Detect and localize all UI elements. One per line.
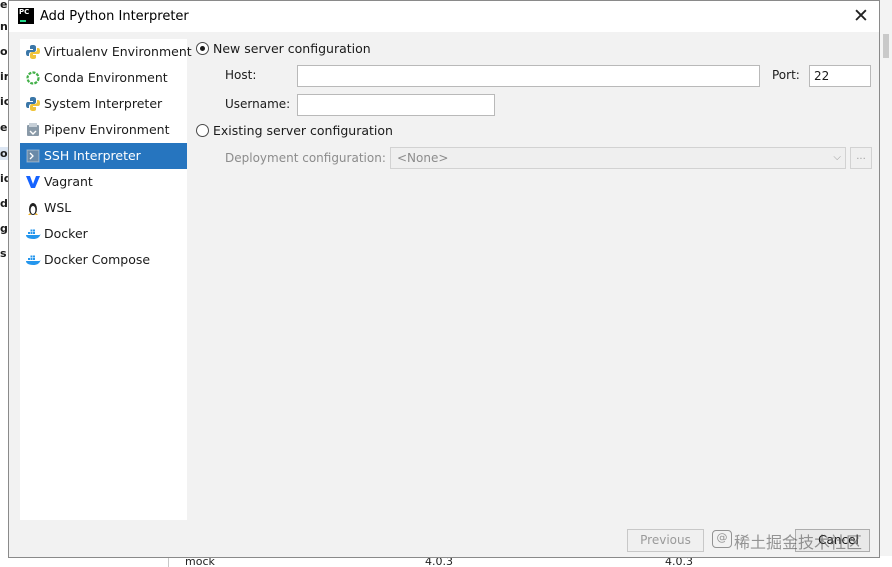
sidebar-item-docker-compose[interactable]: Docker Compose bbox=[20, 247, 187, 273]
bg-fragment: or bbox=[0, 45, 8, 58]
bg-fragment: d, bbox=[0, 197, 8, 210]
bg-fragment: ea bbox=[0, 0, 8, 11]
sidebar-item-system-interpreter[interactable]: System Interpreter bbox=[20, 91, 187, 117]
sidebar-item-label: Conda Environment bbox=[44, 70, 168, 85]
sidebar-item-ssh-interpreter[interactable]: SSH Interpreter bbox=[20, 143, 187, 169]
existing-server-label[interactable]: Existing server configuration bbox=[213, 123, 393, 138]
sidebar-item-label: Docker Compose bbox=[44, 252, 151, 267]
new-server-label[interactable]: New server configuration bbox=[213, 41, 371, 56]
sidebar-item-label: Vagrant bbox=[44, 174, 93, 189]
dialog-title: Add Python Interpreter bbox=[40, 9, 189, 24]
chevron-down-icon: ⌵ bbox=[833, 152, 841, 163]
sidebar-item-label: System Interpreter bbox=[44, 96, 163, 111]
previous-button[interactable]: Previous bbox=[627, 529, 704, 552]
browse-deployment-button[interactable]: ... bbox=[850, 147, 872, 169]
linux-tux-icon bbox=[28, 203, 38, 215]
ssh-terminal-icon bbox=[26, 149, 40, 163]
watermark-icon: @ bbox=[712, 530, 732, 548]
port-label: Port: bbox=[772, 68, 800, 82]
pycharm-app-icon: PC bbox=[18, 8, 34, 24]
bg-fragment: ic bbox=[0, 95, 8, 108]
background-scrollbar[interactable] bbox=[879, 0, 892, 567]
bg-fragment: gu bbox=[0, 222, 8, 235]
sidebar-item-docker[interactable]: Docker bbox=[20, 221, 187, 247]
watermark-text: 稀土掘金技术社区 bbox=[734, 533, 863, 552]
python-icon bbox=[26, 45, 40, 59]
port-input[interactable] bbox=[809, 65, 871, 87]
sidebar-item-conda[interactable]: Conda Environment bbox=[20, 65, 187, 91]
deployment-config-value: <None> bbox=[397, 151, 449, 165]
sidebar-item-wsl[interactable]: WSL bbox=[20, 195, 187, 221]
sidebar-item-vagrant[interactable]: Vagrant bbox=[20, 169, 187, 195]
bg-fragment: ec bbox=[0, 121, 8, 134]
app-icon-text: PC bbox=[19, 8, 30, 16]
username-label: Username: bbox=[225, 97, 291, 111]
sidebar-item-virtualenv[interactable]: Virtualenv Environment bbox=[20, 39, 192, 65]
sidebar-item-label: WSL bbox=[44, 200, 72, 215]
host-label: Host: bbox=[225, 68, 257, 82]
bg-fragment: ir bbox=[0, 70, 8, 83]
host-input[interactable] bbox=[297, 65, 760, 87]
background-app-left-edge: ea na or ir ic ec o id d, gu s bbox=[0, 0, 8, 567]
new-server-radio[interactable] bbox=[196, 42, 209, 55]
username-input[interactable] bbox=[297, 94, 495, 116]
sidebar-item-pipenv[interactable]: Pipenv Environment bbox=[20, 117, 187, 143]
docker-icon bbox=[26, 229, 41, 239]
bg-fragment: o bbox=[0, 147, 8, 160]
close-button[interactable]: ✕ bbox=[843, 1, 879, 32]
deployment-config-label: Deployment configuration: bbox=[225, 151, 386, 165]
sidebar-item-label: Pipenv Environment bbox=[44, 122, 170, 137]
deployment-config-select[interactable]: <None> ⌵ bbox=[390, 147, 846, 169]
sidebar-item-label: SSH Interpreter bbox=[44, 148, 141, 163]
python-icon bbox=[26, 97, 40, 111]
pipenv-icon bbox=[27, 123, 39, 136]
add-python-interpreter-dialog: PC Add Python Interpreter ✕ Virtualenv E… bbox=[8, 0, 880, 558]
scrollbar-thumb[interactable] bbox=[883, 34, 889, 58]
bg-fragment: na bbox=[0, 20, 8, 33]
title-bar[interactable]: PC Add Python Interpreter ✕ bbox=[9, 1, 879, 32]
existing-server-radio[interactable] bbox=[196, 124, 209, 137]
sidebar-item-label: Virtualenv Environment bbox=[44, 44, 192, 59]
docker-icon bbox=[26, 255, 41, 265]
vagrant-icon bbox=[26, 176, 40, 188]
sidebar-item-label: Docker bbox=[44, 226, 88, 241]
bg-fragment: id bbox=[0, 172, 8, 185]
interpreter-type-list: Virtualenv Environment Conda Environment… bbox=[20, 39, 192, 520]
bg-fragment: s bbox=[0, 247, 7, 260]
conda-icon bbox=[26, 71, 40, 85]
